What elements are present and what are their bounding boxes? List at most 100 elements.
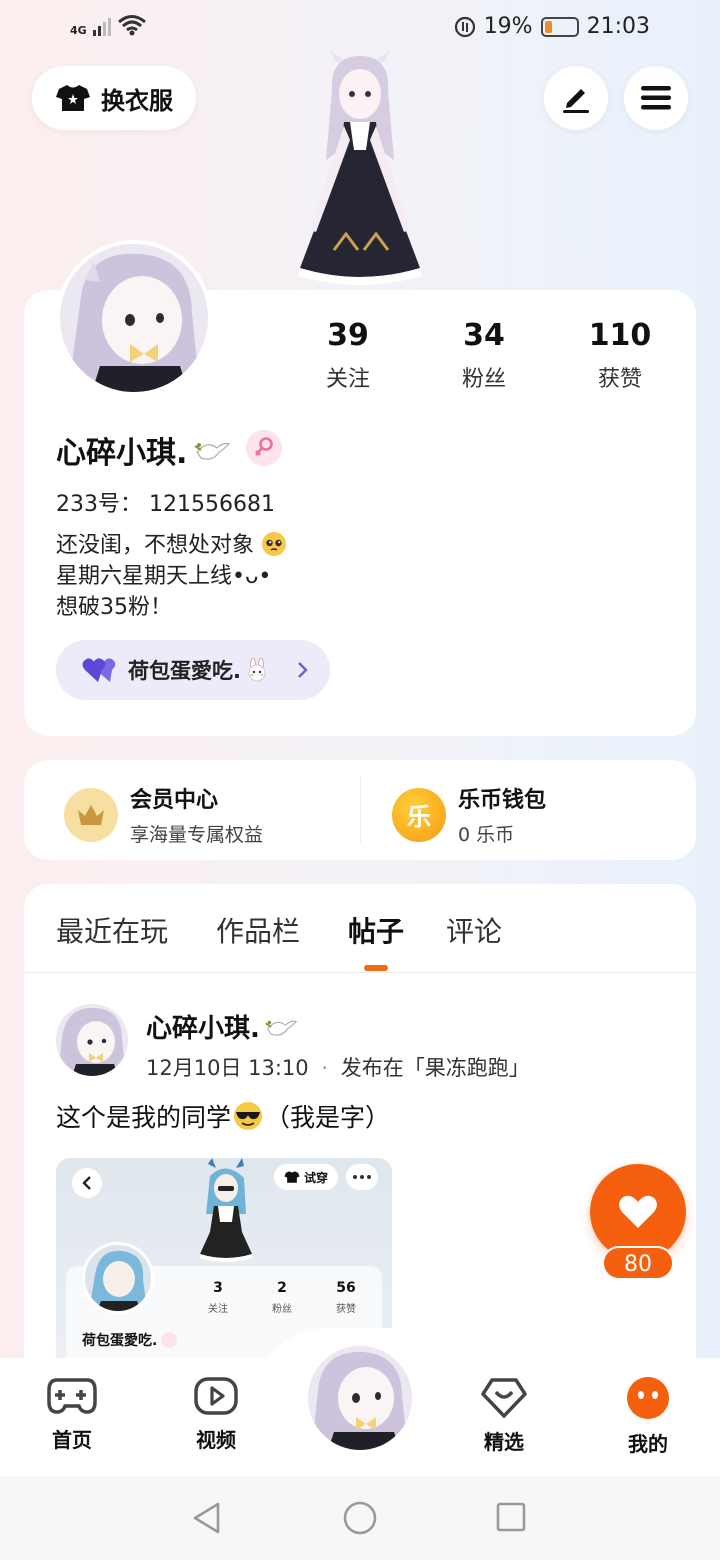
data-saver-icon (454, 16, 475, 37)
user-id: 233号： 121556681 (56, 492, 275, 517)
stat-followers[interactable]: 34 粉丝 (424, 318, 544, 393)
post-author-name[interactable]: 心碎小琪. (146, 1008, 298, 1045)
home-circle-icon[interactable] (342, 1500, 378, 1536)
stat-value: 34 (463, 318, 505, 353)
thumb-stat-label: 获赞 (336, 1304, 356, 1315)
network-type: 4G (70, 24, 87, 37)
recents-square-icon[interactable] (494, 1500, 528, 1534)
dove-icon (265, 1020, 298, 1036)
play-icon (194, 1377, 238, 1415)
avatar-image (308, 1346, 412, 1450)
thumb-stat-value: 3 (213, 1280, 223, 1296)
pen-icon (563, 89, 589, 113)
tab-posts[interactable]: 帖子 (348, 910, 404, 950)
post-location[interactable]: 发布在「果冻跑跑」 (341, 1056, 530, 1080)
gamepad-icon (47, 1378, 97, 1414)
profile-avatar[interactable] (56, 240, 212, 396)
bio-line-text: 还没闺，不想处对象 (56, 533, 255, 558)
nav-label: 首页 (52, 1428, 92, 1452)
bio-line: 还没闺，不想处对象 (56, 530, 287, 561)
post-text-part: （我是字） (265, 1103, 391, 1132)
profile-nickname: 心碎小琪. (56, 428, 231, 472)
avatar-image (56, 1004, 128, 1076)
nickname-text: 心碎小琪. (56, 436, 188, 471)
menu-icon (641, 86, 671, 110)
stat-value: 39 (327, 318, 369, 353)
stat-likes-received[interactable]: 110 获赞 (560, 318, 680, 393)
female-icon (161, 1332, 178, 1348)
divider (24, 972, 696, 973)
battery-icon (540, 16, 579, 37)
post-author-avatar[interactable] (56, 1004, 128, 1076)
sunglasses-face-icon (234, 1102, 263, 1130)
clock: 21:03 (586, 14, 650, 39)
signal-icon (92, 16, 111, 36)
gender-badge (246, 430, 282, 466)
profile-bio: 还没闺，不想处对象 星期六星期天上线•ᴗ• 想破35粉！ (56, 530, 287, 623)
battery-percent: 19% (483, 14, 533, 39)
cp-relationship-pill[interactable]: 荷包蛋愛吃. (56, 640, 330, 700)
thumb-stat-value: 2 (277, 1280, 287, 1296)
rabbit-icon (248, 658, 266, 682)
coin-glyph: 乐 (407, 803, 431, 831)
nav-featured[interactable]: 精选 (454, 1376, 554, 1455)
nav-mine[interactable]: 我的 (598, 1376, 698, 1457)
thumbnail-avatar (82, 1242, 154, 1314)
thumb-nickname: 荷包蛋愛吃. (82, 1330, 178, 1350)
back-triangle-icon[interactable] (190, 1500, 224, 1536)
tab-comments[interactable]: 评论 (446, 910, 502, 950)
tab-works[interactable]: 作品栏 (216, 910, 300, 950)
menu-button[interactable] (624, 66, 688, 130)
tryon-label: 试穿 (303, 1170, 328, 1185)
nav-video[interactable]: 视频 (166, 1376, 266, 1453)
bio-line: 想破35粉！ (56, 595, 172, 620)
member-center-entry[interactable]: 会员中心 享海量专属权益 (64, 782, 263, 847)
cp-name: 荷包蛋愛吃. (128, 659, 241, 683)
coin-wallet-entry[interactable]: 乐 乐币钱包 0 乐币 (392, 782, 546, 847)
post-text-part: 这个是我的同学 (56, 1103, 232, 1132)
stat-label: 关注 (325, 367, 370, 392)
stat-following[interactable]: 39 关注 (288, 318, 408, 393)
stat-label: 获赞 (597, 367, 642, 392)
status-right: 19% 21:03 (454, 14, 650, 39)
thumb-nickname-text: 荷包蛋愛吃. (82, 1333, 158, 1349)
system-nav-bar (0, 1476, 720, 1560)
signal-group: 4G (70, 14, 147, 36)
divider (360, 776, 361, 842)
dove-icon (194, 442, 231, 460)
change-outfit-button[interactable]: 换衣服 (32, 66, 196, 130)
thumb-stat-label: 粉丝 (272, 1304, 292, 1315)
nav-label: 我的 (628, 1432, 668, 1456)
heart-icon (619, 1195, 657, 1228)
face-icon (627, 1377, 669, 1419)
character-illustration[interactable] (280, 50, 440, 295)
chevron-right-icon (298, 662, 308, 678)
nav-label: 精选 (484, 1430, 524, 1454)
tryon-chip: 试穿 (274, 1164, 338, 1190)
post-date: 12月10日 13:10 (146, 1056, 309, 1080)
thumb-stat: 2 粉丝 (258, 1280, 306, 1315)
status-bar: 4G 19% 21:03 (0, 0, 720, 56)
thumb-stat: 56 获赞 (322, 1280, 370, 1315)
avatar-image (60, 244, 208, 392)
edit-profile-button[interactable] (544, 66, 608, 130)
coin-wallet-balance: 0 乐币 (458, 824, 515, 846)
stat-value: 110 (588, 318, 652, 353)
pleading-face-icon (262, 532, 287, 556)
tab-recently-played[interactable]: 最近在玩 (56, 910, 168, 950)
coin-wallet-title: 乐币钱包 (458, 788, 547, 813)
more-icon (346, 1164, 378, 1190)
stat-label: 粉丝 (461, 367, 506, 392)
thumb-stat: 3 关注 (194, 1280, 242, 1315)
member-center-subtitle: 享海量专属权益 (130, 824, 264, 846)
heart-shield-icon (481, 1378, 527, 1418)
back-icon (72, 1168, 102, 1198)
coin-icon: 乐 (392, 787, 446, 842)
meta-dot: · (321, 1056, 329, 1080)
double-heart-icon (82, 658, 116, 682)
nav-home[interactable]: 首页 (22, 1376, 122, 1453)
change-outfit-label: 换衣服 (101, 86, 173, 115)
wifi-icon (117, 15, 146, 36)
nav-label: 视频 (196, 1428, 236, 1452)
nav-center-avatar[interactable] (304, 1342, 416, 1454)
